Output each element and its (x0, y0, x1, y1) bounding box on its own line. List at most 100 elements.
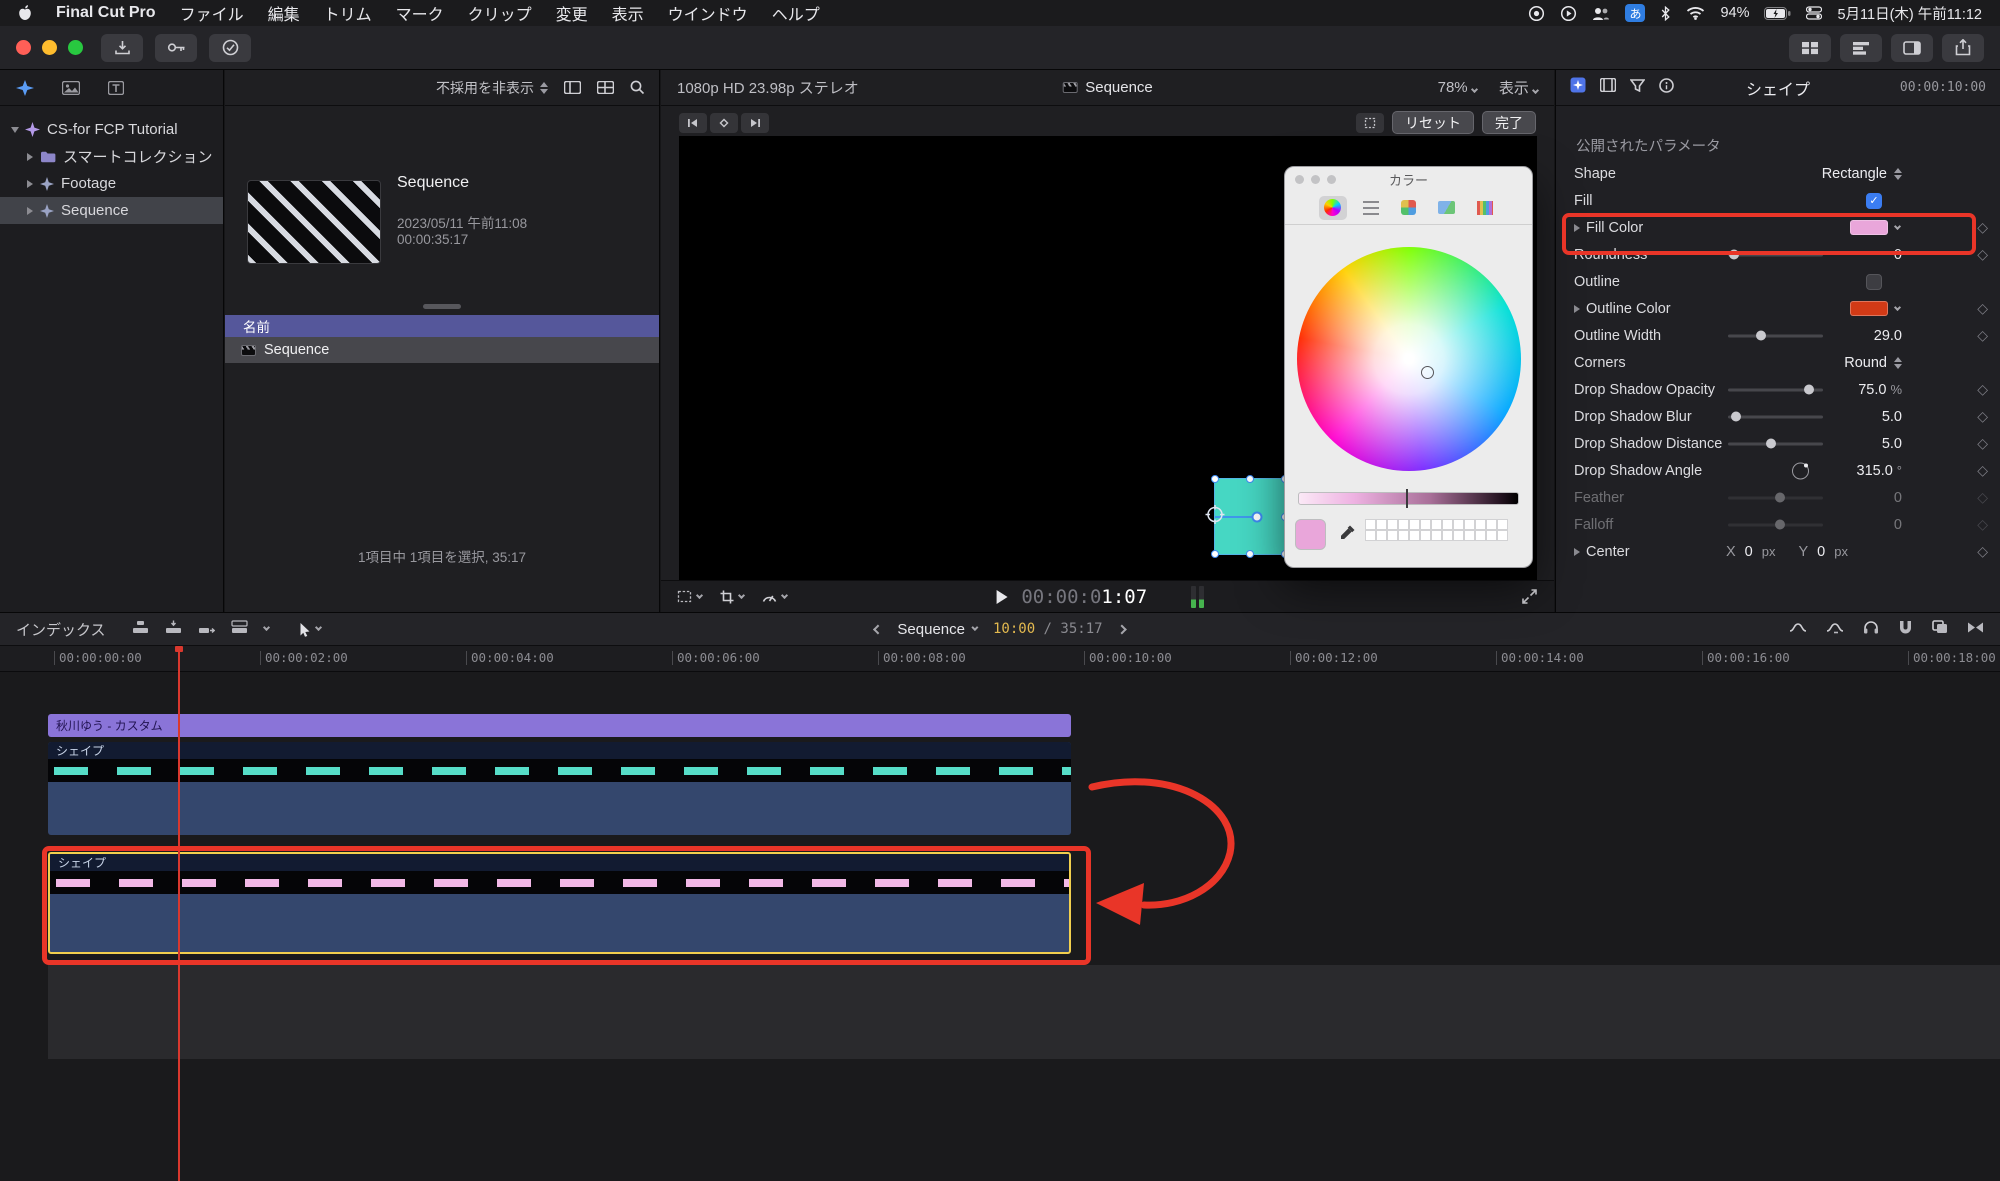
done-button[interactable]: 完了 (1482, 111, 1536, 134)
filter-popup[interactable]: 不採用を非表示 (436, 78, 548, 98)
sidebar-item-0[interactable]: スマートコレクション (0, 143, 223, 170)
photos-audio-tab-icon[interactable] (62, 81, 80, 95)
library-row[interactable]: CS-for FCP Tutorial (0, 116, 223, 143)
search-icon[interactable] (630, 80, 645, 95)
zoom-icon[interactable] (1327, 175, 1336, 184)
shape-clip-2-selected[interactable]: シェイプ (48, 852, 1071, 954)
swatch-cell[interactable] (1486, 519, 1497, 530)
disclosure-icon[interactable] (27, 207, 33, 215)
param-checkbox[interactable]: ✓ (1866, 193, 1882, 209)
insert-clip-icon[interactable] (165, 620, 182, 638)
disclosure-icon[interactable] (27, 153, 33, 161)
shape-handle[interactable] (1246, 550, 1254, 558)
shape-handle[interactable] (1246, 475, 1254, 483)
shape-handle[interactable] (1211, 475, 1219, 483)
keyframe-icon[interactable]: ◇ (1977, 489, 1988, 505)
previous-sequence-icon[interactable] (873, 624, 883, 634)
disclosure-icon[interactable] (11, 127, 19, 133)
import-media-button[interactable] (101, 34, 143, 62)
swatch-cell[interactable] (1365, 530, 1376, 541)
clip-filmstrip-thumbnail[interactable] (247, 180, 381, 264)
solo-icon[interactable] (1863, 620, 1879, 638)
keyframe-icon[interactable]: ◇ (1977, 300, 1988, 316)
input-source-icon[interactable]: あ (1625, 4, 1645, 22)
param-slider[interactable] (1728, 496, 1823, 499)
titles-generators-tab-icon[interactable] (108, 81, 124, 95)
param-slider[interactable] (1728, 334, 1823, 337)
next-sequence-icon[interactable] (1117, 624, 1127, 634)
swatch-cell[interactable] (1387, 519, 1398, 530)
title-clip[interactable]: 秋川ゆう - カスタム (48, 714, 1071, 737)
swatch-cell[interactable] (1387, 530, 1398, 541)
crop-popup[interactable] (720, 590, 744, 604)
menubar-menu-0[interactable]: ファイル (180, 1, 244, 25)
control-center-icon[interactable] (1806, 6, 1822, 20)
pencils-tab[interactable] (1471, 196, 1499, 220)
color-wheel[interactable] (1297, 247, 1521, 471)
menubar-menu-4[interactable]: クリップ (468, 1, 532, 25)
color-wheel-marker[interactable] (1421, 366, 1434, 379)
keyframe-icon[interactable]: ◇ (1977, 462, 1988, 478)
swatch-cell[interactable] (1398, 519, 1409, 530)
menubar-menu-6[interactable]: 表示 (612, 1, 644, 25)
retime-popup[interactable] (762, 590, 787, 603)
swatch-cell[interactable] (1398, 530, 1409, 541)
clip-title[interactable]: Sequence (397, 174, 469, 192)
minimize-button[interactable] (42, 40, 57, 55)
timeline-ruler[interactable]: 00:00:00:0000:00:02:0000:00:04:0000:00:0… (0, 646, 2000, 672)
timeline-toggle-button[interactable] (1840, 34, 1882, 62)
shape-clip-1[interactable]: シェイプ (48, 742, 1071, 835)
fullscreen-icon[interactable] (1521, 588, 1538, 605)
transitions-browser-icon[interactable] (1967, 621, 1984, 638)
background-tasks-button[interactable] (209, 34, 251, 62)
selected-color-swatch[interactable] (1295, 519, 1326, 550)
next-keyframe-button[interactable] (741, 113, 769, 133)
pane-resize-handle[interactable] (423, 304, 461, 309)
color-wheel-tab[interactable] (1319, 196, 1347, 220)
eyedropper-icon[interactable] (1339, 524, 1356, 546)
info-inspector-tab[interactable] (1659, 78, 1674, 98)
menubar-menu-2[interactable]: トリム (324, 1, 372, 25)
filter-inspector-tab[interactable] (1630, 79, 1645, 97)
param-slider[interactable] (1728, 415, 1823, 418)
keyframe-icon[interactable]: ◇ (1977, 435, 1988, 451)
close-icon[interactable] (1295, 175, 1304, 184)
swatch-cell[interactable] (1475, 530, 1486, 541)
menubar-menu-8[interactable]: ヘルプ (772, 1, 820, 25)
share-button[interactable] (1942, 34, 1984, 62)
view-popup[interactable]: 表示 (1499, 77, 1538, 98)
swatch-cell[interactable] (1420, 519, 1431, 530)
audio-meters[interactable] (1191, 586, 1204, 608)
audio-skimming-icon[interactable] (1826, 621, 1844, 638)
generator-inspector-tab[interactable] (1570, 77, 1586, 98)
param-popup[interactable]: Rectangle (1822, 160, 1902, 187)
menubar-menu-3[interactable]: マーク (396, 1, 444, 25)
disclosure-icon[interactable] (27, 180, 33, 188)
shape-anchor-crosshair[interactable] (1205, 504, 1225, 529)
disclosure-icon[interactable] (1574, 548, 1580, 556)
transform-popup[interactable] (677, 590, 702, 603)
overwrite-clip-icon[interactable] (231, 620, 248, 638)
index-button[interactable]: インデックス (16, 619, 106, 640)
minimize-icon[interactable] (1311, 175, 1320, 184)
param-slider[interactable] (1728, 523, 1823, 526)
video-inspector-tab[interactable] (1600, 78, 1616, 97)
swatch-cell[interactable] (1497, 519, 1508, 530)
param-dial[interactable] (1792, 462, 1809, 479)
keyframe-icon[interactable]: ◇ (1977, 246, 1988, 262)
snapping-icon[interactable] (1898, 620, 1913, 638)
canvas-shape-rectangle[interactable] (1214, 478, 1286, 555)
playhead[interactable] (178, 646, 180, 1181)
wifi-icon[interactable] (1686, 6, 1705, 20)
app-menu[interactable]: Final Cut Pro (56, 4, 156, 22)
swatch-cell[interactable] (1376, 519, 1387, 530)
keyframe-icon[interactable]: ◇ (1977, 327, 1988, 343)
keyframe-icon[interactable]: ◇ (1977, 516, 1988, 532)
swatch-cell[interactable] (1409, 519, 1420, 530)
clip-appearance-icon[interactable] (564, 81, 581, 94)
param-checkbox[interactable] (1866, 274, 1882, 290)
swatch-cell[interactable] (1409, 530, 1420, 541)
swatch-cell[interactable] (1453, 519, 1464, 530)
swatch-cell[interactable] (1442, 519, 1453, 530)
play-button[interactable] (996, 590, 1007, 604)
